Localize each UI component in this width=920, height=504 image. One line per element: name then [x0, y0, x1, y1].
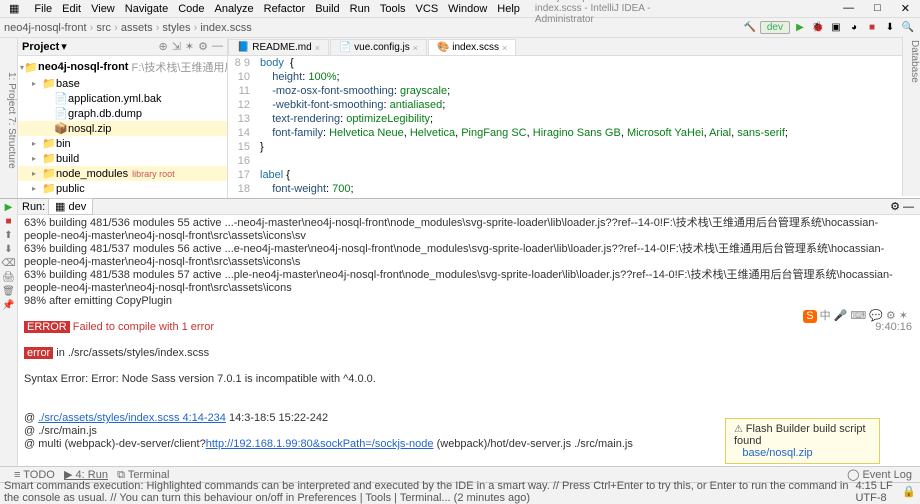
filter-icon[interactable]: ⌫: [1, 258, 15, 269]
gutter: 8 9 10 11 12 13 14 15 16 17 18 19 20 21: [228, 56, 256, 198]
run-tabs: Run: ▦ dev ⚙ —: [18, 199, 920, 215]
flash-notification[interactable]: ⚠ Flash Builder build script found base/…: [725, 418, 880, 464]
hide-icon[interactable]: —: [212, 40, 223, 53]
run-config[interactable]: dev: [760, 21, 790, 34]
editor-tab[interactable]: 🎨 index.scss ×: [428, 39, 516, 55]
right-gutter[interactable]: Database: [902, 36, 920, 196]
menu-bar: ▦ FileEditViewNavigateCodeAnalyzeRefacto…: [0, 0, 920, 18]
breadcrumb-item[interactable]: assets: [121, 22, 153, 34]
app-icon: ▦: [4, 2, 24, 15]
s-icon[interactable]: S: [803, 310, 816, 323]
tree-item[interactable]: ▸📁bin: [18, 136, 227, 151]
expand-icon[interactable]: ⇲: [172, 40, 181, 53]
maximize-icon[interactable]: □: [868, 2, 887, 15]
run-tab-dev[interactable]: ▦ dev: [48, 198, 93, 215]
left-gutter[interactable]: 1: Project 7: Structure: [0, 38, 18, 198]
menu-build[interactable]: Build: [310, 3, 344, 15]
tree-item[interactable]: 📦nosql.zip: [18, 121, 227, 136]
menu-tools[interactable]: Tools: [375, 3, 411, 15]
editor: 📘 README.md ×📄 vue.config.js ×🎨 index.sc…: [228, 38, 920, 198]
menu-analyze[interactable]: Analyze: [209, 3, 258, 15]
menu-refactor[interactable]: Refactor: [259, 3, 311, 15]
rerun-icon[interactable]: ▶: [5, 202, 13, 213]
debug-icon[interactable]: 🐞: [810, 20, 826, 36]
tree-root[interactable]: ▾📁 neo4j-nosql-front F:\技术栈\王维通用后台管理系统\h…: [18, 58, 227, 76]
profile-icon[interactable]: ◕: [846, 20, 862, 36]
flash-link[interactable]: base/nosql.zip: [742, 447, 812, 459]
project-title: Project: [22, 41, 59, 53]
print-icon[interactable]: 🖨: [2, 272, 15, 283]
breadcrumb-item[interactable]: index.scss: [200, 22, 251, 34]
pin-icon[interactable]: 📌: [2, 300, 14, 311]
menu-file[interactable]: File: [29, 3, 57, 15]
flash-title: Flash Builder build script found: [734, 423, 866, 447]
run-toolbar: ▶ ■ ⬆ ⬇ ⌫ 🖨 🗑 📌: [0, 199, 18, 478]
breadcrumb-item[interactable]: styles: [162, 22, 190, 34]
run-label: Run:: [22, 201, 45, 213]
down-icon[interactable]: ⬇: [4, 244, 12, 255]
tree-item[interactable]: ▸📁base: [18, 76, 227, 91]
close-tab-icon[interactable]: ×: [413, 43, 418, 53]
cn-icon[interactable]: 中: [820, 310, 831, 323]
menu-code[interactable]: Code: [173, 3, 209, 15]
run-gear-icon[interactable]: ⚙ —: [890, 200, 914, 213]
minimize-icon[interactable]: —: [837, 2, 860, 15]
tree-item[interactable]: ▸📁build: [18, 151, 227, 166]
collapse-icon[interactable]: ✶: [185, 40, 194, 53]
gear-icon[interactable]: ⚙: [198, 40, 208, 53]
lock-icon[interactable]: 🔒: [902, 485, 916, 498]
menu-navigate[interactable]: Navigate: [120, 3, 173, 15]
breadcrumb-item[interactable]: neo4j-nosql-front: [4, 22, 87, 34]
project-tool-window: Project ▾ ⊕ ⇲ ✶ ⚙ — ▾📁 neo4j-nosql-front…: [18, 38, 228, 198]
toolbar: neo4j-nosql-front › src › assets › style…: [0, 18, 920, 38]
close-icon[interactable]: ✕: [895, 2, 916, 15]
code-body[interactable]: body { height: 100%; -moz-osx-font-smoot…: [256, 56, 920, 198]
trash-icon[interactable]: 🗑: [2, 286, 15, 297]
stop-icon[interactable]: ■: [864, 20, 880, 36]
menu-view[interactable]: View: [86, 3, 120, 15]
tree-item[interactable]: 📄application.yml.bak: [18, 91, 227, 106]
menu-edit[interactable]: Edit: [57, 3, 86, 15]
search-icon[interactable]: 🔍: [900, 20, 916, 36]
coverage-icon[interactable]: ▣: [828, 20, 844, 36]
menu-window[interactable]: Window: [443, 3, 492, 15]
up-icon[interactable]: ⬆: [4, 230, 12, 241]
menu-vcs[interactable]: VCS: [411, 3, 444, 15]
breadcrumb-item[interactable]: src: [96, 22, 111, 34]
window-title: neo4j-nosql-front - index.scss - Intelli…: [530, 0, 657, 25]
stop-run-icon[interactable]: ■: [5, 216, 11, 227]
editor-tabs: 📘 README.md ×📄 vue.config.js ×🎨 index.sc…: [228, 38, 920, 56]
tree-item[interactable]: 📄graph.db.dump: [18, 106, 227, 121]
menu-help[interactable]: Help: [492, 3, 525, 15]
menu-run[interactable]: Run: [345, 3, 375, 15]
editor-tab[interactable]: 📄 vue.config.js ×: [330, 39, 427, 55]
vcs-icon[interactable]: ⬇: [882, 20, 898, 36]
tree-item[interactable]: ▸📁public: [18, 181, 227, 196]
tree-item[interactable]: ▸📁node_moduleslibrary root: [18, 166, 227, 181]
run-icon[interactable]: ▶: [792, 20, 808, 36]
status-bar: Smart commands execution: Highlighted co…: [0, 482, 920, 500]
close-tab-icon[interactable]: ×: [315, 43, 320, 53]
close-tab-icon[interactable]: ×: [502, 43, 507, 53]
select-opened-icon[interactable]: ⊕: [158, 40, 167, 53]
project-tree[interactable]: ▾📁 neo4j-nosql-front F:\技术栈\王维通用后台管理系统\h…: [18, 56, 227, 198]
hammer-icon[interactable]: 🔨: [742, 20, 758, 36]
editor-tab[interactable]: 📘 README.md ×: [228, 39, 329, 55]
